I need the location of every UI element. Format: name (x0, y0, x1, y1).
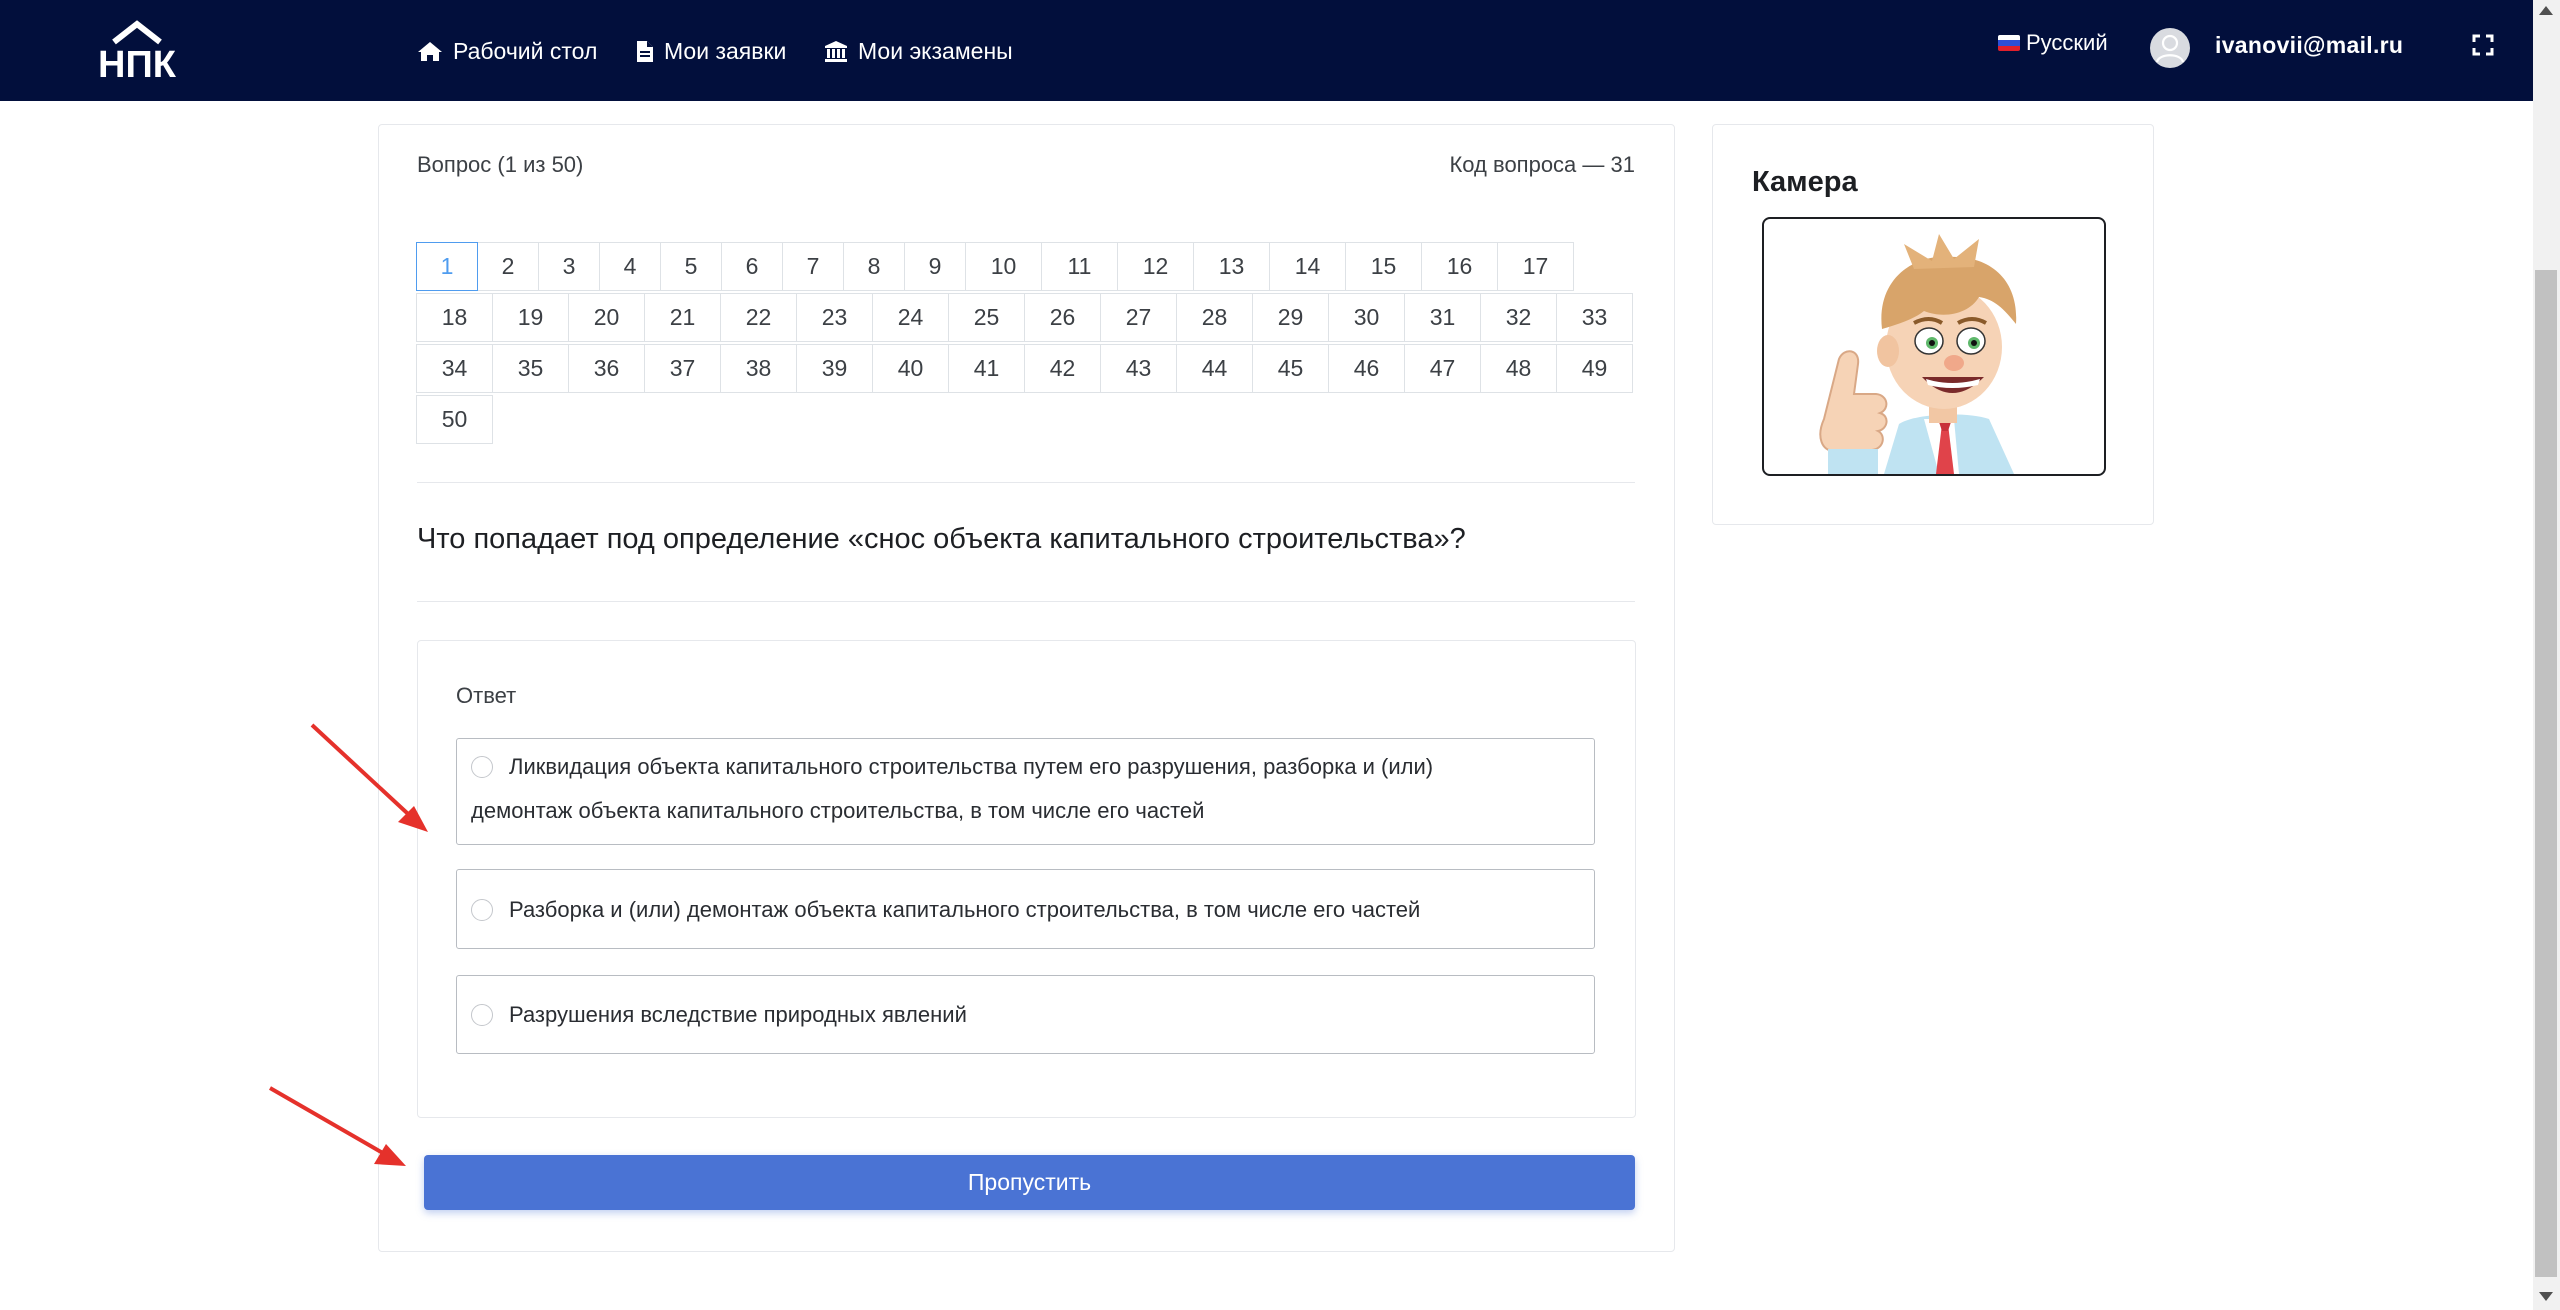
question-number-button[interactable]: 24 (872, 293, 949, 342)
language-selector[interactable]: Русский (1998, 30, 2108, 56)
camera-preview (1762, 217, 2106, 476)
question-number-button[interactable]: 7 (782, 242, 844, 291)
npk-logo[interactable]: НПК (82, 20, 192, 80)
fullscreen-icon[interactable] (2472, 34, 2494, 56)
question-number-button[interactable]: 48 (1480, 344, 1557, 393)
question-number-button[interactable]: 49 (1556, 344, 1633, 393)
home-icon (418, 42, 442, 61)
question-number-button[interactable]: 10 (965, 242, 1042, 291)
question-number-button[interactable]: 1 (416, 242, 478, 291)
question-number-button[interactable]: 28 (1176, 293, 1253, 342)
question-number-button[interactable]: 40 (872, 344, 949, 393)
question-number-button[interactable]: 44 (1176, 344, 1253, 393)
divider (417, 601, 1635, 602)
camera-title: Камера (1752, 166, 1858, 198)
answer-option-3-text: Разрушения вследствие природных явлений (509, 1002, 967, 1027)
question-number-button[interactable]: 4 (599, 242, 661, 291)
question-number-button[interactable]: 8 (843, 242, 905, 291)
question-number-button[interactable]: 27 (1100, 293, 1177, 342)
question-number-button[interactable]: 37 (644, 344, 721, 393)
svg-text:НПК: НПК (98, 44, 177, 80)
question-number-button[interactable]: 50 (416, 395, 493, 444)
question-number-button[interactable]: 14 (1269, 242, 1346, 291)
question-number-button[interactable]: 15 (1345, 242, 1422, 291)
nav-my-exams-label: Мои экзамены (858, 37, 1013, 64)
question-number-button[interactable]: 25 (948, 293, 1025, 342)
question-number-grid: 1 2 3 4 5 6 7 8 9 10 11 12 13 14 15 16 17 18 19 20 21 22 23 24… (416, 242, 1635, 447)
question-number-button[interactable]: 30 (1328, 293, 1405, 342)
nav-desktop-label: Рабочий стол (453, 37, 598, 64)
top-navbar: НПК Рабочий стол Мои заявки Мои экзамены (0, 0, 2533, 101)
question-number-button[interactable]: 36 (568, 344, 645, 393)
language-label: Русский (2026, 30, 2108, 55)
answer-option-1[interactable]: Ликвидация объекта капитального строител… (456, 738, 1595, 845)
question-number-button[interactable]: 33 (1556, 293, 1633, 342)
question-grid-row: 50 (416, 395, 1635, 447)
question-number-button[interactable]: 34 (416, 344, 493, 393)
question-number-button[interactable]: 45 (1252, 344, 1329, 393)
question-number-button[interactable]: 38 (720, 344, 797, 393)
question-number-button[interactable]: 47 (1404, 344, 1481, 393)
document-icon (637, 40, 653, 62)
answer-option-1-line-1: Ликвидация объекта капитального строител… (509, 754, 1434, 779)
user-email[interactable]: ivanovii@mail.ru (2215, 32, 2403, 59)
answer-option-2-text: Разборка и (или) демонтаж объекта капита… (509, 897, 1421, 922)
question-number-button[interactable]: 17 (1497, 242, 1574, 291)
nav-my-applications-label: Мои заявки (664, 37, 787, 64)
question-number-button[interactable]: 19 (492, 293, 569, 342)
answer-option-1-line-2: демонтаж объекта капитального строительс… (471, 798, 1205, 823)
question-number-button[interactable]: 41 (948, 344, 1025, 393)
question-number-button[interactable]: 32 (1480, 293, 1557, 342)
question-number-button[interactable]: 39 (796, 344, 873, 393)
question-counter: Вопрос (1 из 50) (417, 152, 584, 177)
question-number-button[interactable]: 13 (1193, 242, 1270, 291)
question-number-button[interactable]: 2 (477, 242, 539, 291)
question-number-button[interactable]: 42 (1024, 344, 1101, 393)
skip-button[interactable]: Пропустить (424, 1155, 1635, 1210)
nav-my-exams[interactable]: Мои экзамены (824, 36, 1013, 66)
question-number-button[interactable]: 35 (492, 344, 569, 393)
nav-desktop[interactable]: Рабочий стол (417, 36, 597, 66)
question-code: Код вопроса — 31 (1449, 152, 1635, 177)
question-number-button[interactable]: 5 (660, 242, 722, 291)
question-number-button[interactable]: 3 (538, 242, 600, 291)
question-number-button[interactable]: 29 (1252, 293, 1329, 342)
question-number-button[interactable]: 18 (416, 293, 493, 342)
question-number-button[interactable]: 12 (1117, 242, 1194, 291)
cartoon-man-image (1819, 234, 2017, 474)
answer-option-2[interactable]: Разборка и (или) демонтаж объекта капита… (456, 869, 1595, 949)
question-number-button[interactable]: 43 (1100, 344, 1177, 393)
question-number-button[interactable]: 9 (904, 242, 966, 291)
scroll-down-arrow-icon[interactable] (2539, 1292, 2553, 1301)
russian-flag-icon (1998, 35, 2020, 51)
question-number-button[interactable]: 16 (1421, 242, 1498, 291)
user-avatar-icon[interactable] (2150, 28, 2190, 68)
question-text: Что попадает под определение «снос объек… (417, 523, 1466, 555)
answer-option-3[interactable]: Разрушения вследствие природных явлений (456, 975, 1595, 1054)
nav-my-applications[interactable]: Мои заявки (636, 36, 786, 66)
question-number-button[interactable]: 11 (1041, 242, 1118, 291)
question-number-button[interactable]: 20 (568, 293, 645, 342)
question-grid-row: 18 19 20 21 22 23 24 25 26 27 28 29 30 31 32 33 (416, 293, 1635, 345)
question-number-button[interactable]: 23 (796, 293, 873, 342)
question-number-button[interactable]: 21 (644, 293, 721, 342)
question-number-button[interactable]: 26 (1024, 293, 1101, 342)
scrollbar-thumb[interactable] (2535, 270, 2557, 1277)
divider (417, 482, 1635, 483)
question-grid-row: 34 35 36 37 38 39 40 41 42 43 44 45 46 47 48 49 (416, 344, 1635, 396)
question-number-button[interactable]: 22 (720, 293, 797, 342)
answer-label: Ответ (456, 683, 517, 708)
question-number-button[interactable]: 31 (1404, 293, 1481, 342)
institution-icon (825, 41, 847, 62)
scroll-up-arrow-icon[interactable] (2539, 6, 2553, 15)
question-number-button[interactable]: 6 (721, 242, 783, 291)
question-number-button[interactable]: 46 (1328, 344, 1405, 393)
question-grid-row: 1 2 3 4 5 6 7 8 9 10 11 12 13 14 15 16 17 (416, 242, 1635, 294)
